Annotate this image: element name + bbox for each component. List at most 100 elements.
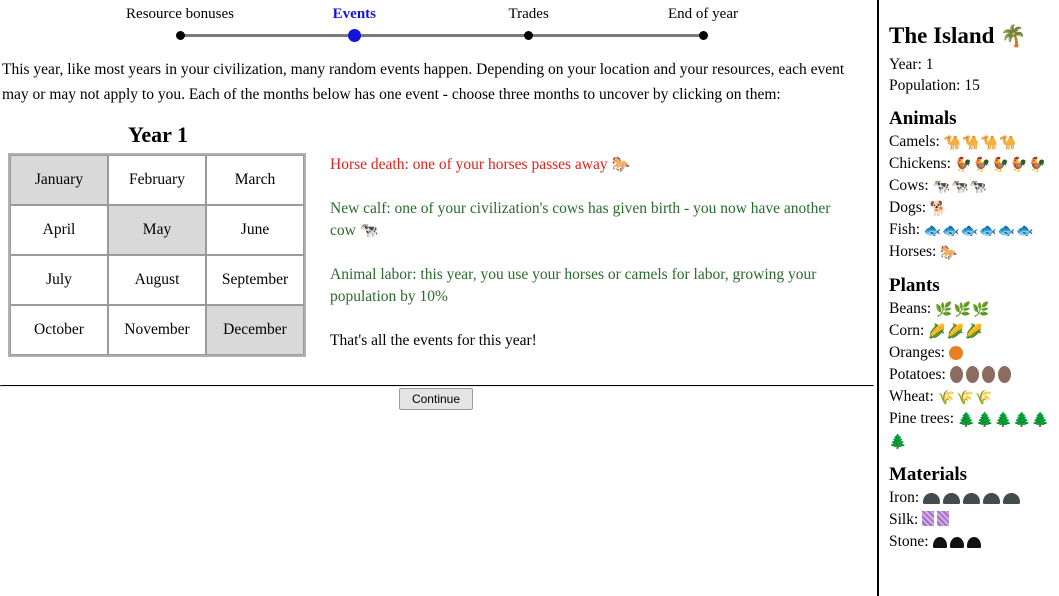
- progress-step-label-2: Trades: [508, 6, 549, 22]
- camel-icon: 🐪: [980, 136, 998, 151]
- resource-label: Corn:: [889, 322, 929, 339]
- potato-icon: [981, 366, 995, 383]
- continue-button[interactable]: Continue: [398, 388, 474, 410]
- month-cell-april[interactable]: April: [10, 205, 108, 255]
- resource-row-orange: Oranges:: [889, 342, 1055, 364]
- fish-icon: 🐟: [997, 224, 1016, 239]
- potato-icon: [965, 366, 979, 383]
- stone-icon: [932, 537, 947, 548]
- chicken-icon: 🐓: [1028, 158, 1047, 173]
- progress-step-label-1: Events: [332, 6, 376, 22]
- month-cell-december[interactable]: December: [206, 305, 304, 355]
- fish-icon: 🐟: [942, 224, 960, 239]
- fish-icon: 🐟: [960, 224, 979, 239]
- section-divider: [0, 385, 874, 387]
- month-cell-may[interactable]: May: [108, 205, 206, 255]
- year-stat: Year: 1: [889, 56, 934, 73]
- pine-tree-icon: 🌲: [976, 413, 994, 428]
- camel-icon: 🐪: [943, 136, 962, 151]
- iron-icon: [943, 493, 961, 504]
- resource-icon-group: [948, 344, 966, 361]
- resource-row-corn: Corn: 🌽🌽🌽: [889, 320, 1055, 342]
- bean-icon: 🌿: [935, 303, 953, 318]
- dog-icon: 🐕: [929, 202, 948, 217]
- cow-icon: 🐄: [932, 180, 950, 195]
- camel-icon: 🐪: [962, 136, 980, 151]
- resource-row-horse: Horses: 🐎: [889, 241, 1055, 263]
- resource-icon-group: 🐟🐟🐟🐟🐟🐟: [924, 221, 1035, 239]
- island-title-text: The Island: [889, 23, 995, 48]
- resource-row-pine-tree: Pine trees: 🌲🌲🌲🌲🌲🌲: [889, 408, 1055, 452]
- main-panel: Resource bonuses Events Trades End of year …: [0, 0, 877, 596]
- event-text-3: That's all the events for this year!: [330, 332, 537, 349]
- progress-step-label-0: Resource bonuses: [126, 6, 234, 22]
- resource-label: Stone:: [889, 533, 933, 550]
- month-cell-october[interactable]: October: [10, 305, 108, 355]
- fish-icon: 🐟: [979, 224, 997, 239]
- month-cell-november[interactable]: November: [108, 305, 206, 355]
- resource-label: Horses:: [889, 243, 941, 260]
- wheat-icon: 🌾: [956, 391, 974, 406]
- event-text-1: New calf: one of your civilization's cow…: [330, 200, 831, 239]
- event-line-2: Animal labor: this year, you use your ho…: [330, 264, 860, 308]
- months-grid: January February March April May June July Augu…: [8, 153, 306, 357]
- iron-icon: [963, 493, 981, 504]
- month-cell-march[interactable]: March: [206, 155, 304, 205]
- palm-tree-icon: 🌴: [1000, 24, 1027, 48]
- month-cell-june[interactable]: June: [206, 205, 304, 255]
- stone-icon: [966, 537, 981, 548]
- event-line-0: Horse death: one of your horses passes a…: [330, 154, 860, 176]
- pine-tree-icon: 🌲: [889, 435, 907, 450]
- resource-icon-group: [923, 489, 1023, 506]
- status-sidebar: The Island 🌴 Year: 1 Population: 15 Anim…: [877, 0, 1059, 596]
- cow-icon: 🐄: [969, 180, 987, 195]
- resource-label: Potatoes:: [889, 366, 950, 383]
- month-cell-september[interactable]: September: [206, 255, 304, 305]
- chicken-icon: 🐓: [954, 158, 973, 173]
- month-cell-july[interactable]: July: [10, 255, 108, 305]
- potato-icon: [949, 366, 963, 383]
- resource-row-chicken: Chickens: 🐓🐓🐓🐓🐓: [889, 153, 1055, 175]
- months-row: July August September: [10, 255, 304, 305]
- resource-icon-group: 🐓🐓🐓🐓🐓: [954, 155, 1047, 173]
- resource-label: Silk:: [889, 511, 923, 528]
- resource-label: Camels:: [889, 133, 944, 150]
- resource-row-stone: Stone:: [889, 531, 1055, 553]
- progress-stepper: Resource bonuses Events Trades End of year: [0, 0, 877, 46]
- resource-label: Wheat:: [889, 388, 938, 405]
- pine-tree-icon: 🌲: [1031, 413, 1050, 428]
- events-list: Horse death: one of your horses passes a…: [330, 154, 860, 374]
- silk-icon: [922, 511, 935, 526]
- resource-icon-group: 🐎: [940, 243, 958, 261]
- horse-icon: 🐎: [940, 246, 958, 261]
- silk-icon: [937, 511, 950, 526]
- resource-row-cow: Cows: 🐄🐄🐄: [889, 175, 1055, 197]
- month-cell-february[interactable]: February: [108, 155, 206, 205]
- corn-icon: 🌽: [965, 325, 983, 340]
- resource-label: Dogs:: [889, 199, 930, 216]
- iron-icon: [983, 493, 1001, 504]
- pine-tree-icon: 🌲: [957, 413, 976, 428]
- resource-label: Pine trees:: [889, 410, 958, 427]
- resource-row-bean: Beans: 🌿🌿🌿: [889, 298, 1055, 320]
- resource-row-camel: Camels: 🐪🐪🐪🐪: [889, 131, 1055, 153]
- event-text-2: Animal labor: this year, you use your ho…: [330, 266, 817, 305]
- progress-step-dot-1: [347, 29, 361, 42]
- month-cell-august[interactable]: August: [108, 255, 206, 305]
- resource-icon-group: 🌿🌿🌿: [935, 300, 990, 318]
- months-row: January February March: [10, 155, 304, 205]
- year-heading: Year 1: [127, 122, 189, 147]
- orange-icon: [948, 346, 963, 360]
- wheat-icon: 🌾: [974, 391, 992, 406]
- resource-icon-group: [922, 511, 952, 528]
- resource-label: Oranges:: [889, 344, 949, 361]
- month-cell-january[interactable]: January: [10, 155, 108, 205]
- resource-row-potato: Potatoes:: [889, 364, 1055, 386]
- intro-text: This year, like most years in your civil…: [2, 60, 845, 103]
- resource-row-silk: Silk:: [889, 509, 1055, 531]
- wheat-icon: 🌾: [937, 391, 956, 406]
- resource-icon-group: 🌽🌽🌽: [928, 322, 983, 340]
- resource-row-fish: Fish: 🐟🐟🐟🐟🐟🐟: [889, 219, 1055, 241]
- months-row: October November December: [10, 305, 304, 355]
- resource-label: Chickens:: [889, 155, 955, 172]
